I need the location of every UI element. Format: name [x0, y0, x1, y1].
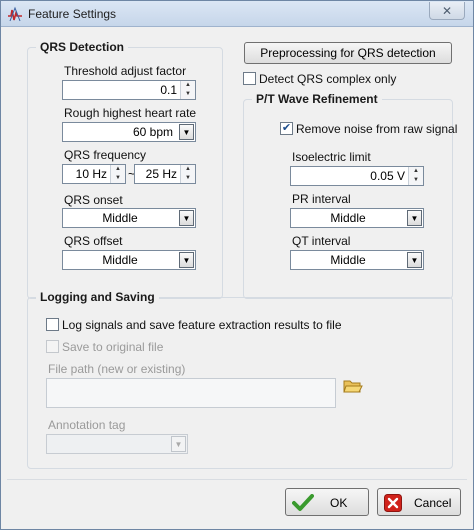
- chevron-down-icon[interactable]: ▼: [407, 252, 422, 268]
- file-path-label: File path (new or existing): [48, 362, 186, 376]
- qrs-offset-label: QRS offset: [64, 234, 123, 248]
- ok-label: OK: [330, 496, 348, 510]
- qrs-detection-title: QRS Detection: [36, 40, 129, 54]
- rough-heart-rate-label: Rough highest heart rate: [64, 106, 197, 120]
- folder-open-icon: [343, 380, 363, 393]
- checkmark-icon: ✔: [281, 122, 292, 134]
- annotation-tag-combo[interactable]: ▼: [46, 434, 188, 454]
- pr-interval-combo[interactable]: Middle ▼: [290, 208, 424, 228]
- threshold-spinbox[interactable]: 0.1 ▲ ▼: [62, 80, 196, 100]
- save-original-label: Save to original file: [62, 340, 164, 354]
- chevron-down-icon[interactable]: ▼: [179, 252, 194, 268]
- spin-up-icon[interactable]: ▲: [181, 165, 195, 174]
- logging-saving-title: Logging and Saving: [36, 290, 159, 304]
- qrs-onset-value: Middle: [102, 211, 138, 225]
- close-window-button[interactable]: ✕: [429, 2, 465, 20]
- chevron-down-icon[interactable]: ▼: [171, 436, 186, 452]
- frequency-high-spin-arrows[interactable]: ▲ ▼: [180, 165, 195, 183]
- title-bar[interactable]: Feature Settings ✕: [1, 1, 473, 27]
- detect-qrs-only-label: Detect QRS complex only: [259, 72, 397, 86]
- cancel-button[interactable]: Cancel: [377, 488, 461, 516]
- isoelectric-limit-spinbox[interactable]: 0.05 V ▲ ▼: [290, 166, 424, 186]
- window-title: Feature Settings: [28, 7, 117, 21]
- feature-settings-window: Feature Settings ✕ QRS Detection Thresho…: [0, 0, 474, 530]
- qrs-onset-label: QRS onset: [64, 193, 123, 207]
- save-original-checkbox[interactable]: [46, 340, 59, 353]
- app-icon: [8, 6, 22, 22]
- spin-down-icon[interactable]: ▼: [111, 174, 125, 183]
- rough-heart-rate-combo[interactable]: 60 bpm ▼: [62, 122, 196, 142]
- pr-interval-value: Middle: [330, 211, 366, 225]
- log-signals-checkbox[interactable]: [46, 318, 59, 331]
- frequency-low-spin-arrows[interactable]: ▲ ▼: [110, 165, 125, 183]
- pt-wave-group: P/T Wave Refinement ✔ Remove noise from …: [243, 92, 457, 299]
- qrs-offset-combo[interactable]: Middle ▼: [62, 250, 196, 270]
- cancel-label: Cancel: [414, 496, 452, 510]
- remove-noise-checkbox[interactable]: ✔: [280, 122, 293, 135]
- spin-down-icon[interactable]: ▼: [409, 176, 423, 185]
- qrs-onset-combo[interactable]: Middle ▼: [62, 208, 196, 228]
- qrs-frequency-label: QRS frequency: [64, 148, 147, 162]
- qrs-frequency-low-spinbox[interactable]: 10 Hz ▲ ▼: [62, 164, 126, 184]
- dialog-button-bar: OK Cancel: [7, 479, 467, 523]
- logging-saving-group: Logging and Saving Log signals and save …: [27, 290, 453, 469]
- rough-heart-rate-value: 60 bpm: [132, 125, 173, 139]
- qrs-frequency-low-value: 10 Hz: [75, 167, 107, 181]
- ok-button[interactable]: OK: [285, 488, 369, 516]
- remove-noise-label: Remove noise from raw signal: [296, 122, 458, 136]
- pr-interval-label: PR interval: [292, 192, 351, 206]
- qt-interval-value: Middle: [330, 253, 366, 267]
- cancel-x-icon: [384, 494, 402, 512]
- qt-interval-label: QT interval: [292, 234, 351, 248]
- chevron-down-icon[interactable]: ▼: [179, 124, 194, 140]
- isoelectric-spin-arrows[interactable]: ▲ ▼: [408, 167, 423, 185]
- qt-interval-combo[interactable]: Middle ▼: [290, 250, 424, 270]
- spin-down-icon[interactable]: ▼: [181, 90, 195, 99]
- detect-qrs-only-checkbox[interactable]: [243, 72, 256, 85]
- qrs-frequency-high-spinbox[interactable]: 25 Hz ▲ ▼: [134, 164, 196, 184]
- isoelectric-limit-label: Isoelectric limit: [292, 150, 371, 164]
- spin-up-icon[interactable]: ▲: [111, 165, 125, 174]
- chevron-down-icon[interactable]: ▼: [407, 210, 422, 226]
- annotation-tag-label: Annotation tag: [48, 418, 126, 432]
- qrs-detection-group: QRS Detection Threshold adjust factor 0.…: [27, 40, 223, 299]
- qrs-frequency-high-value: 25 Hz: [145, 167, 177, 181]
- preprocessing-button[interactable]: Preprocessing for QRS detection: [244, 42, 452, 64]
- file-path-input[interactable]: [46, 378, 336, 408]
- threshold-label: Threshold adjust factor: [64, 64, 187, 78]
- chevron-down-icon[interactable]: ▼: [179, 210, 194, 226]
- threshold-spin-arrows[interactable]: ▲ ▼: [180, 81, 195, 99]
- spin-up-icon[interactable]: ▲: [181, 81, 195, 90]
- isoelectric-limit-value: 0.05 V: [370, 169, 405, 183]
- dialog-body: QRS Detection Threshold adjust factor 0.…: [7, 29, 467, 523]
- log-signals-label: Log signals and save feature extraction …: [62, 318, 342, 332]
- threshold-value: 0.1: [160, 83, 177, 97]
- pt-wave-title: P/T Wave Refinement: [252, 92, 382, 106]
- spin-up-icon[interactable]: ▲: [409, 167, 423, 176]
- spin-down-icon[interactable]: ▼: [181, 174, 195, 183]
- qrs-offset-value: Middle: [102, 253, 138, 267]
- close-icon: ✕: [441, 3, 453, 18]
- ok-check-icon: [292, 494, 314, 511]
- browse-folder-button[interactable]: [340, 376, 366, 396]
